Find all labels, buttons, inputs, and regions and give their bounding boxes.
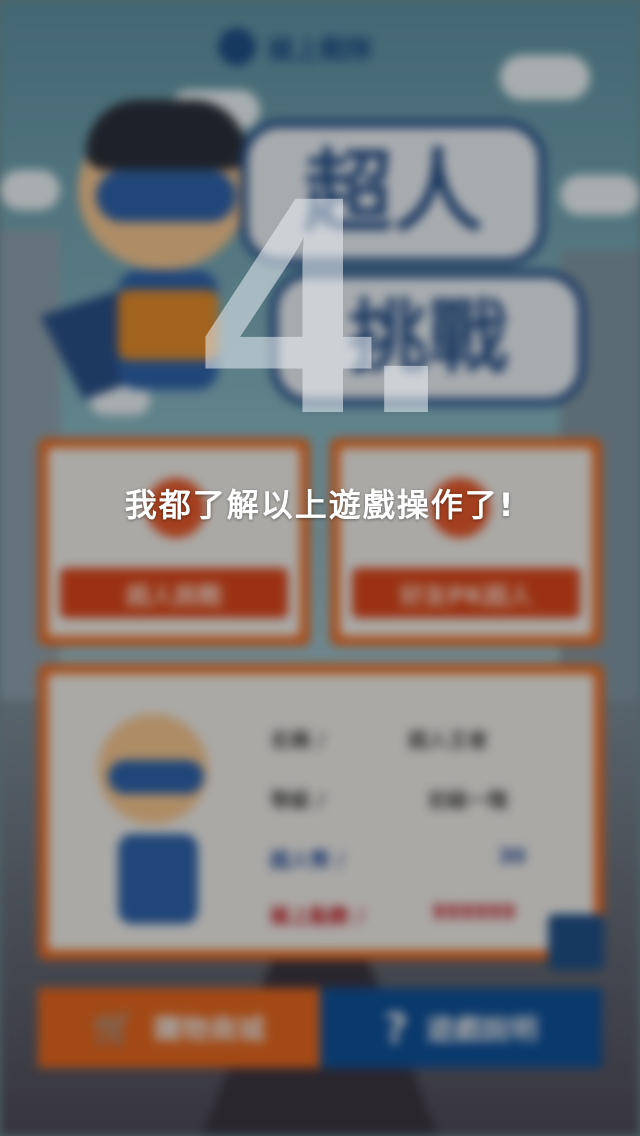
tutorial-message: 我都了解以上遊戲操作了! — [124, 486, 516, 524]
countdown-number: 4. — [200, 131, 450, 478]
